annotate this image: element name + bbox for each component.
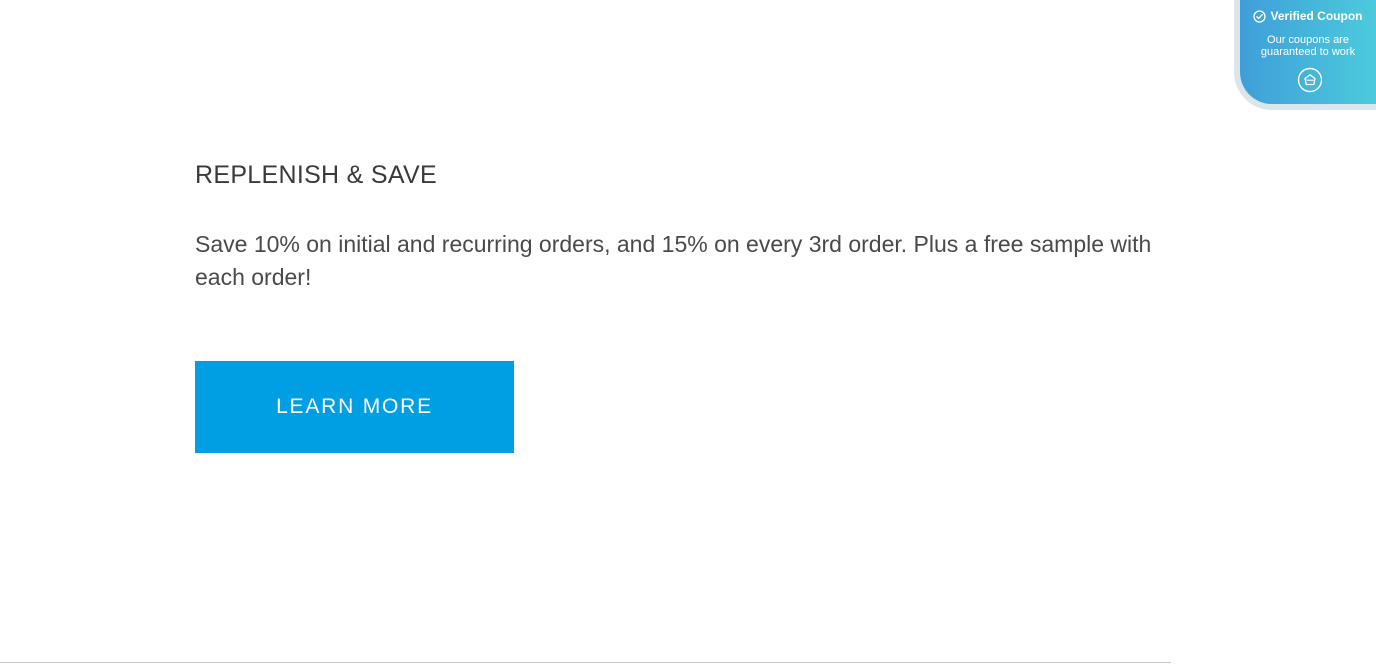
divider [0, 662, 1171, 663]
coupon-badge-title-row: Verified Coupon [1240, 9, 1376, 23]
page: REPLENISH & SAVE Save 10% on initial and… [0, 0, 1376, 664]
promo-description: Save 10% on initial and recurring orders… [195, 231, 1152, 290]
check-circle-icon [1253, 9, 1267, 23]
coupon-badge-title: Verified Coupon [1270, 9, 1363, 23]
verified-coupon-badge[interactable]: Verified Coupon Our coupons are guarante… [1234, 0, 1376, 110]
replenish-promo-section: REPLENISH & SAVE Save 10% on initial and… [195, 158, 1155, 294]
coupon-badge-panel: Verified Coupon Our coupons are guarante… [1240, 0, 1376, 104]
learn-more-button[interactable]: LEARN MORE [195, 361, 514, 453]
coupon-tag-icon[interactable] [1297, 67, 1323, 93]
coupon-badge-subtitle: Our coupons are guaranteed to work [1260, 34, 1356, 58]
promo-heading: REPLENISH & SAVE [195, 161, 437, 189]
